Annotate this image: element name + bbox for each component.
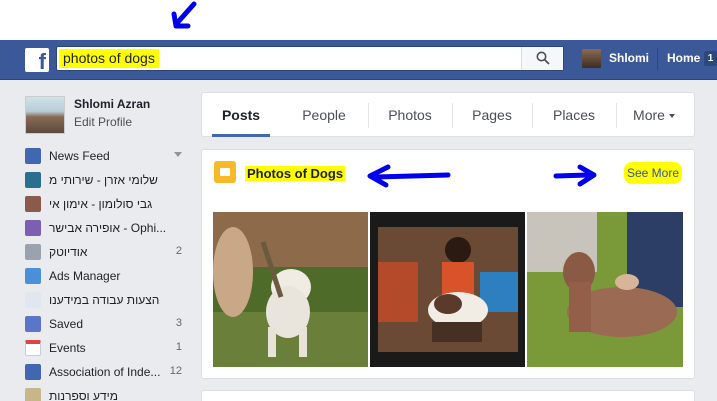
sidebar-item-page[interactable]: שלומי אזרן - שירותי מ (25, 171, 185, 191)
photos-result-panel: Photos of Dogs See More (201, 149, 695, 379)
lightbulb-icon (25, 292, 41, 308)
page-icon (25, 172, 41, 188)
nav-divider (657, 48, 658, 70)
sidebar-item-events[interactable]: Events 1 (25, 339, 185, 359)
sidebar-item-label: הצעות עבודה במידענו (49, 293, 160, 307)
sidebar-item-label: גבי סולומון - אימון אי (49, 197, 153, 211)
bookmark-icon (25, 316, 41, 332)
group-icon (25, 364, 41, 380)
sidebar-item-page[interactable]: גבי סולומון - אימון אי (25, 195, 185, 215)
sidebar-item-label: מידע וספרנות (49, 389, 119, 401)
sidebar-item-label: שלומי אזרן - שירותי מ (49, 173, 158, 187)
sidebar-item-label: Saved (49, 317, 84, 331)
dog-photo-3[interactable] (527, 212, 683, 367)
home-badge: 1 (704, 51, 717, 66)
dog-photo-2-image (370, 212, 525, 367)
sidebar-item-label: Ads Manager (49, 269, 121, 283)
sidebar-item-page[interactable]: מידע וספרנות (25, 387, 185, 401)
page-icon (25, 196, 41, 212)
photo-icon (214, 161, 236, 183)
sidebar-item-page[interactable]: אופירה אבישר - Ophi... (25, 219, 185, 239)
see-more-link[interactable]: See More (623, 162, 682, 184)
annotation-arrow-left (367, 164, 451, 188)
tab-photos[interactable]: Photos (374, 93, 446, 137)
tab-divider (532, 103, 533, 128)
search-button[interactable] (521, 47, 563, 70)
sidebar-item-count: 3 (175, 317, 182, 329)
search-box[interactable]: photos of dogs (56, 46, 564, 71)
dog-photo-1[interactable] (213, 212, 368, 367)
search-input[interactable]: photos of dogs (59, 49, 159, 68)
sidebar-item-label: Events (49, 341, 86, 355)
caret-down-icon (668, 114, 675, 119)
profile-avatar[interactable] (25, 96, 65, 134)
news-feed-icon (25, 148, 41, 164)
sidebar-item-label: News Feed (49, 149, 110, 163)
tab-posts[interactable]: Posts (212, 93, 270, 137)
next-result-panel (201, 390, 695, 401)
sidebar-item-label: Association of Inde... (49, 365, 161, 379)
sidebar-item-count: 1 (175, 341, 182, 353)
edit-profile-link[interactable]: Edit Profile (74, 115, 132, 129)
tab-divider (616, 103, 617, 128)
profile-name[interactable]: Shlomi Azran (74, 97, 150, 111)
annotation-arrow-right (553, 164, 597, 187)
chart-icon (25, 268, 41, 284)
nav-user-name[interactable]: Shlomi (609, 51, 649, 65)
tab-pages[interactable]: Pages (458, 93, 526, 137)
section-title[interactable]: Photos of Dogs (245, 166, 346, 181)
nav-home-link[interactable]: Home (667, 51, 700, 65)
sidebar-item-page[interactable]: אודיוטק 2 (25, 243, 185, 263)
page-icon (25, 220, 41, 236)
facebook-logo-icon[interactable]: f (25, 48, 49, 72)
sidebar-item-count: 12 (169, 365, 182, 377)
tab-more[interactable]: More (622, 93, 686, 137)
book-icon (25, 388, 41, 401)
tab-more-label: More (633, 107, 665, 123)
dog-photo-3-image (527, 212, 683, 367)
dog-photo-2[interactable] (370, 212, 525, 367)
tab-places[interactable]: Places (538, 93, 610, 137)
sidebar-item-label: אודיוטק (49, 245, 88, 259)
calendar-icon (25, 340, 41, 356)
sidebar-item-page[interactable]: הצעות עבודה במידענו (25, 291, 185, 311)
sidebar-item-group[interactable]: Association of Inde... 12 (25, 363, 185, 383)
sidebar-item-label: אופירה אבישר - Ophi... (49, 221, 167, 235)
tab-people[interactable]: People (288, 93, 360, 137)
search-icon (536, 51, 550, 65)
search-filter-tabs: Posts People Photos Pages Places More (201, 92, 695, 137)
annotation-arrow-down-left (171, 1, 197, 29)
sidebar-item-ads-manager[interactable]: Ads Manager (25, 267, 185, 287)
top-margin (0, 0, 717, 40)
sidebar-item-count: 2 (175, 245, 182, 257)
nav-avatar[interactable] (582, 49, 601, 68)
tab-divider (452, 103, 453, 128)
tab-divider (368, 103, 369, 128)
sidebar-item-news-feed[interactable]: News Feed (25, 147, 185, 167)
sidebar-item-saved[interactable]: Saved 3 (25, 315, 185, 335)
speaker-icon (25, 244, 41, 260)
dog-photo-1-image (213, 212, 368, 367)
chevron-down-icon[interactable] (174, 152, 182, 157)
